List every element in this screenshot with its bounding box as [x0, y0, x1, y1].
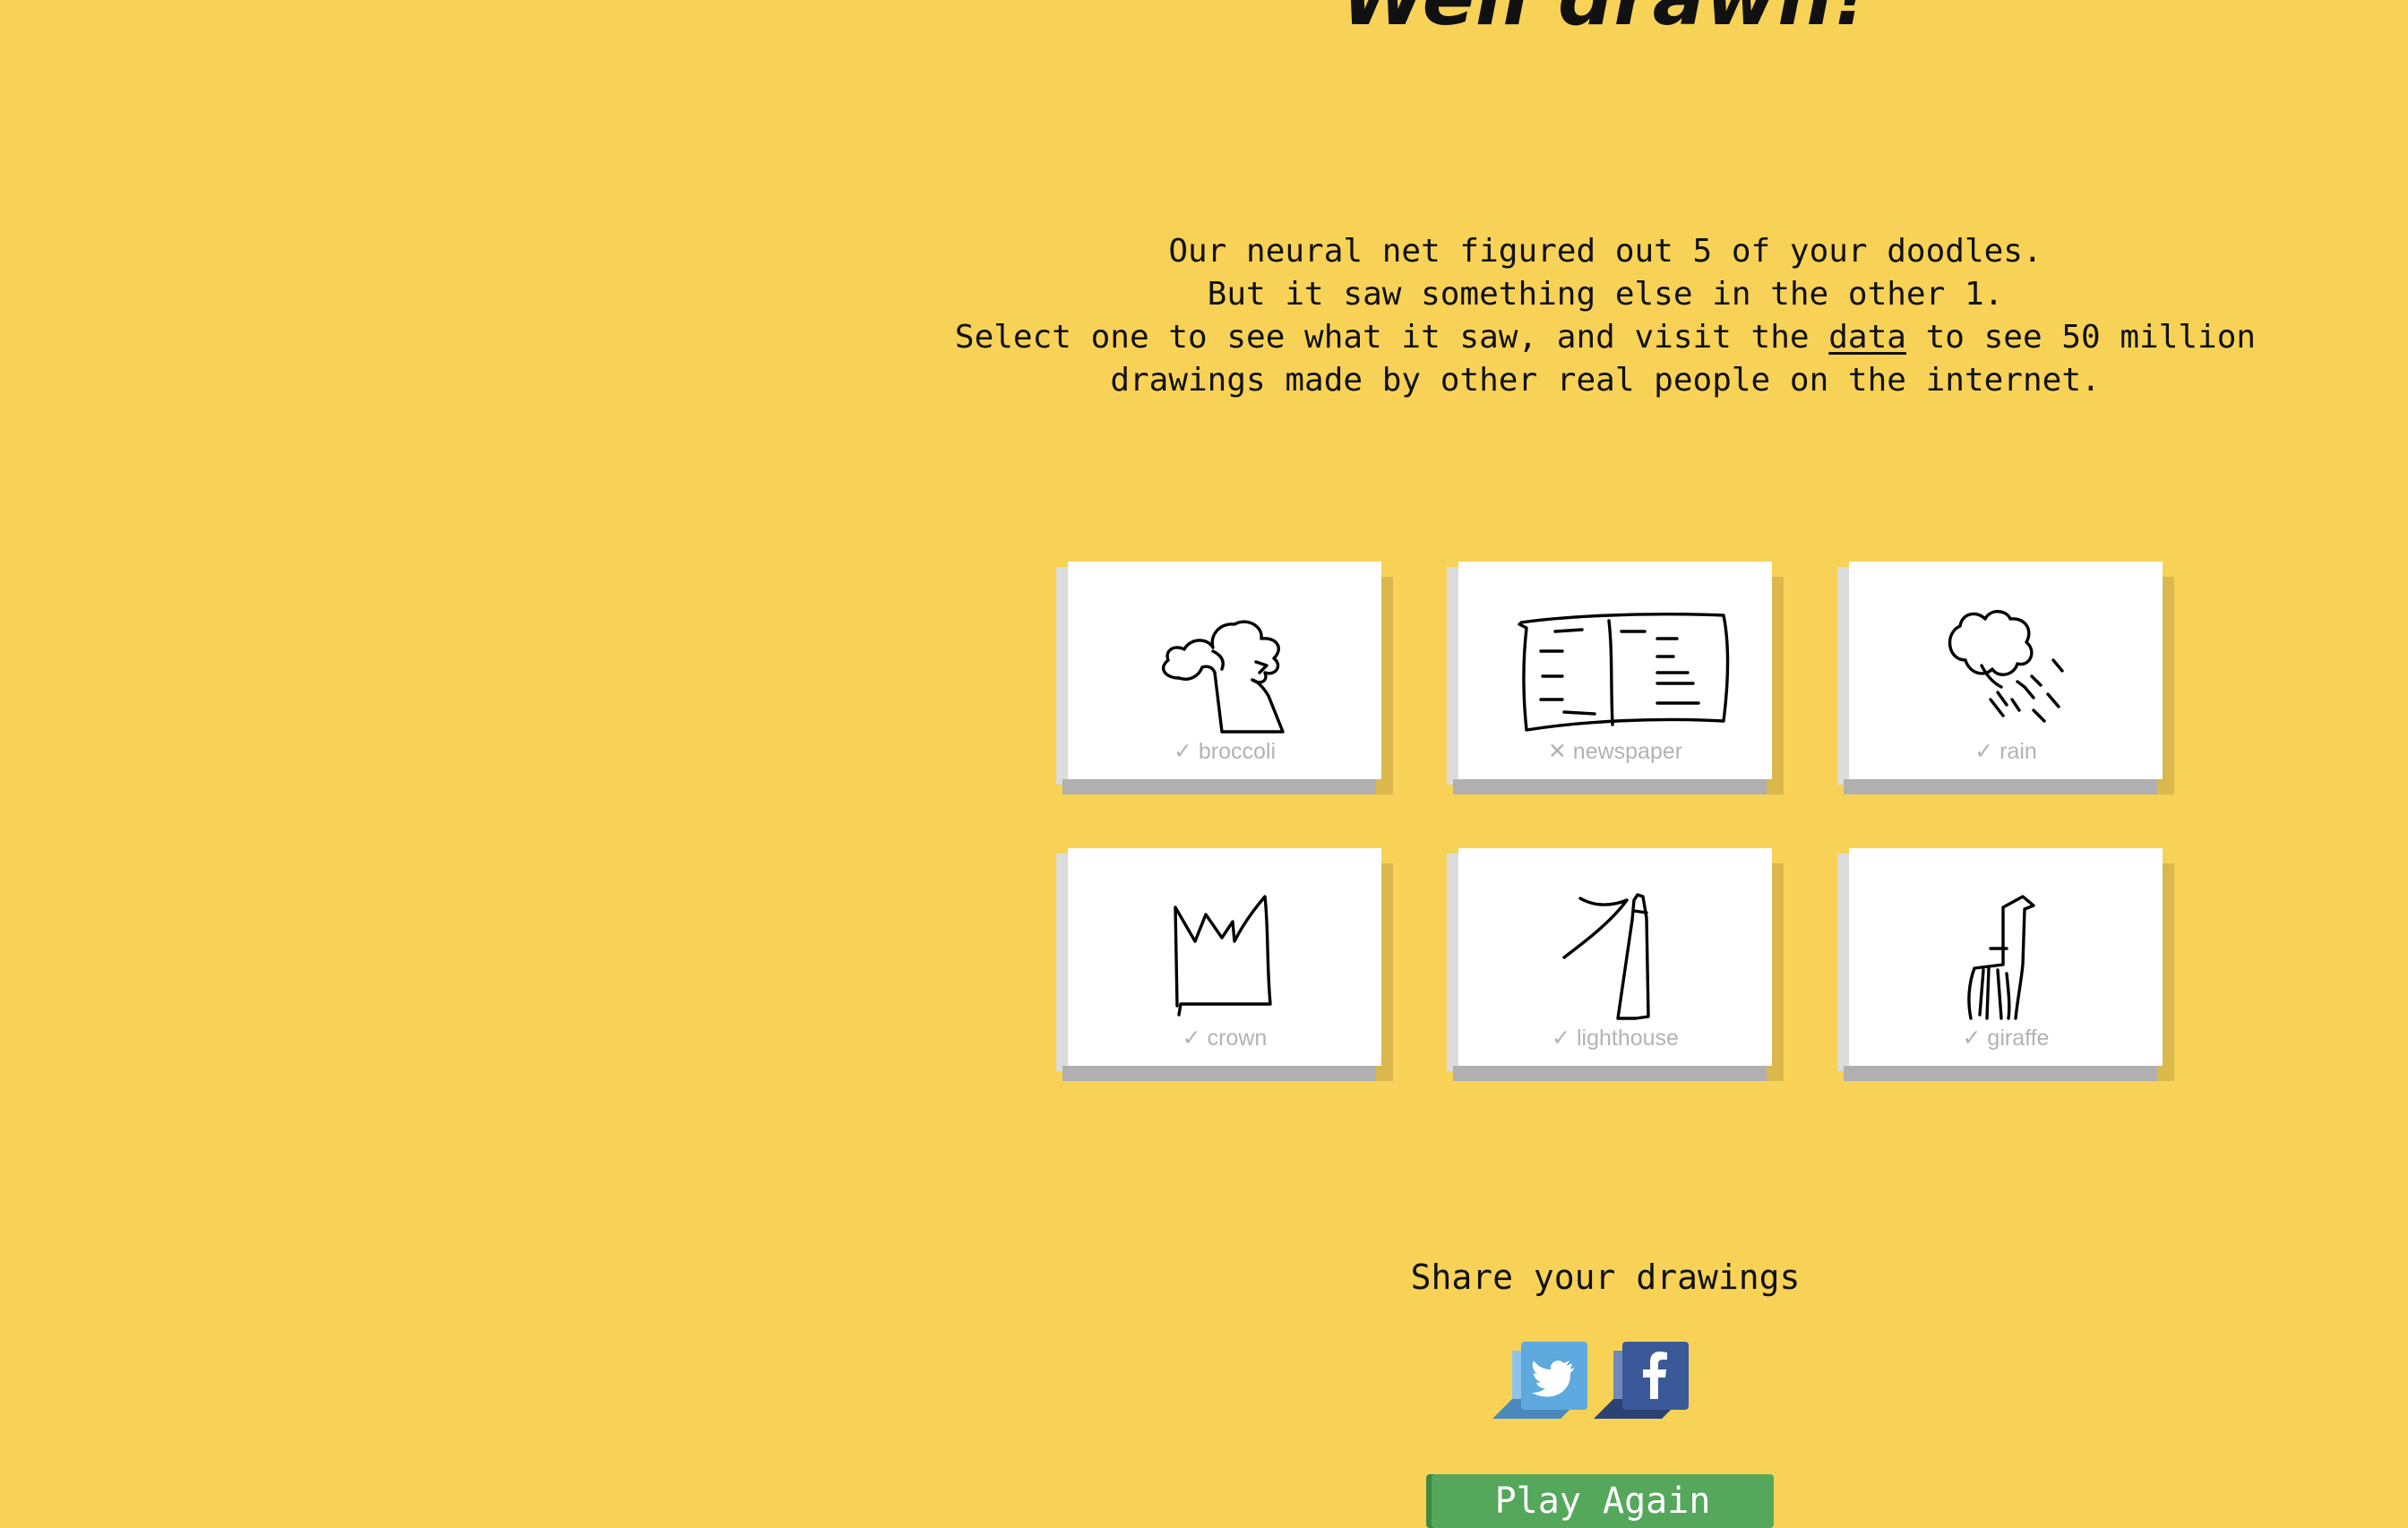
page-title: Well drawn!: [1075, 0, 2136, 52]
drawing-caption-rain: ✓ rain: [1974, 739, 2037, 764]
drawing-caption-crown: ✓ crown: [1182, 1026, 1268, 1051]
intro-text: Our neural net figured out 5 of your doo…: [896, 230, 2315, 402]
intro-line-3-start: Select one to see what it saw, and visit…: [954, 319, 1829, 356]
twitter-icon: [1532, 1361, 1575, 1397]
intro-line-3: Select one to see what it saw, and visit…: [896, 316, 2315, 359]
drawing-card-giraffe[interactable]: ✓ giraffe: [1837, 848, 2163, 1081]
drawing-card-rain[interactable]: ✓ rain: [1837, 562, 2163, 794]
intro-line-3-end: to see 50 million: [1905, 319, 2257, 356]
play-again-button[interactable]: Play Again: [1432, 1474, 1774, 1528]
intro-line-4: drawings made by other real people on th…: [1110, 362, 2101, 399]
share-label: Share your drawings: [1410, 1258, 1801, 1297]
drawing-caption-broccoli: ✓ broccoli: [1173, 739, 1277, 764]
drawing-card-broccoli[interactable]: ✓ broccoli: [1056, 562, 1381, 794]
drawing-card-lighthouse[interactable]: ✓ lighthouse: [1447, 848, 1772, 1081]
drawing-card-crown[interactable]: ✓ crown: [1056, 848, 1381, 1081]
drawing-caption-newspaper: ✕ newspaper: [1547, 739, 1683, 764]
data-link[interactable]: data: [1828, 319, 1906, 356]
twitter-share-button[interactable]: [1492, 1342, 1587, 1419]
drawing-card-newspaper[interactable]: ✕ newspaper: [1447, 562, 1772, 794]
intro-line-2: But it saw something else in the other 1…: [1207, 276, 2004, 313]
facebook-share-button[interactable]: [1594, 1342, 1689, 1419]
drawing-caption-giraffe: ✓ giraffe: [1962, 1026, 2050, 1051]
drawing-caption-lighthouse: ✓ lighthouse: [1552, 1026, 1679, 1051]
intro-line-1: Our neural net figured out 5 of your doo…: [1168, 233, 2042, 270]
facebook-icon: [1643, 1352, 1667, 1399]
